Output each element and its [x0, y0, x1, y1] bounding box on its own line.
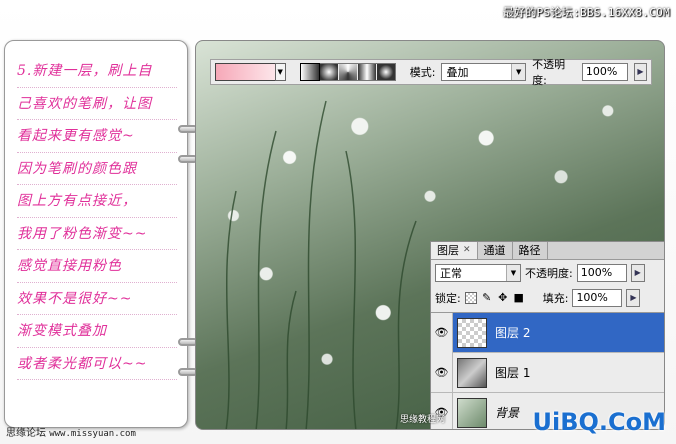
opacity-slider-arrow-icon[interactable]: ▶	[630, 263, 645, 282]
lock-all-icon[interactable]: ■	[513, 291, 525, 304]
chevron-down-icon: ▼	[511, 64, 526, 80]
mode-select[interactable]: 叠加 ▼	[441, 63, 527, 81]
footer-url: www.missyuan.com	[49, 429, 136, 439]
note-line: 或者柔光都可以~~	[17, 348, 177, 380]
angle-gradient-icon[interactable]	[338, 64, 357, 80]
note-line: 5.新建一层，刷上自	[17, 55, 177, 88]
note-line: 渐变模式叠加	[17, 315, 177, 348]
note-line: 因为笔刷的颜色跟	[17, 153, 177, 185]
fill-input[interactable]: 100%	[572, 288, 623, 307]
note-line: 感觉直接用粉色	[17, 250, 177, 283]
layer-name: 图层 2	[495, 326, 531, 340]
lock-brush-icon[interactable]: ✎	[481, 291, 493, 304]
blend-mode-value: 正常	[440, 266, 462, 280]
layer-thumbnail	[457, 357, 487, 388]
lock-transparency-icon[interactable]	[464, 291, 477, 304]
lock-label: 锁定:	[435, 291, 461, 305]
blend-row: 正常 ▼ 不透明度: 100% ▶	[431, 260, 664, 285]
mode-label: 模式:	[409, 66, 436, 79]
site-stamp: 思缘教程网	[400, 415, 446, 425]
close-icon[interactable]: ✕	[463, 242, 471, 259]
forum-watermark: 最好的PS论坛:BBS.16XX8.COM	[502, 6, 670, 19]
blend-mode-select[interactable]: 正常 ▼	[435, 263, 521, 282]
note-line: 我用了粉色渐变~~	[17, 218, 177, 250]
note-line: 效果不是很好~~	[17, 283, 177, 315]
note-line: 看起来更有感觉~	[17, 120, 177, 153]
lock-options: ✎ ✥ ■	[464, 291, 525, 304]
gradient-picker[interactable]	[215, 63, 276, 81]
note-line: 己喜欢的笔刷，让图	[17, 88, 177, 120]
site-footer: 思缘论坛 www.missyuan.com	[6, 424, 136, 439]
layer-thumbnail	[457, 317, 487, 348]
tab-label: 通道	[483, 244, 506, 257]
note-lines: 5.新建一层，刷上自 己喜欢的笔刷，让图 看起来更有感觉~ 因为笔刷的颜色跟 图…	[17, 55, 177, 380]
lock-move-icon[interactable]: ✥	[497, 291, 509, 304]
chevron-down-icon[interactable]: ▼	[274, 63, 286, 81]
toolbar-opacity-label: 不透明度:	[532, 58, 566, 87]
diamond-gradient-icon[interactable]	[376, 64, 395, 80]
layer-name: 图层 1	[495, 366, 531, 380]
gradient-options-bar: ▼ 模式: 叠加 ▼ 不透明度: 100% ▶	[210, 58, 652, 87]
tab-paths[interactable]: 路径	[513, 242, 548, 259]
lock-row: 锁定: ✎ ✥ ■ 填充: 100% ▶	[431, 285, 664, 310]
tab-label: 路径	[518, 244, 541, 257]
layer-row-layer-1[interactable]: 👁 图层 1	[431, 352, 664, 393]
tutorial-notebook: 5.新建一层，刷上自 己喜欢的笔刷，让图 看起来更有感觉~ 因为笔刷的颜色跟 图…	[4, 40, 188, 428]
layers-panel: 图层 ✕ 通道 路径 正常 ▼ 不透明度: 100% ▶ 锁定: ✎ ✥ ■ 填…	[430, 241, 664, 429]
layer-opacity-input[interactable]: 100%	[576, 263, 627, 282]
layers-panel-tabs: 图层 ✕ 通道 路径	[431, 242, 664, 260]
note-line: 图上方有点接近，	[17, 185, 177, 218]
tutorial-page: 最好的PS论坛:BBS.16XX8.COM 5.新建一层，刷上自 己喜欢的笔刷，…	[0, 0, 676, 444]
radial-gradient-icon[interactable]	[319, 64, 338, 80]
tab-layers[interactable]: 图层 ✕	[431, 242, 478, 259]
toolbar-opacity-input[interactable]: 100%	[581, 63, 629, 81]
linear-gradient-icon[interactable]	[299, 63, 320, 81]
layer-opacity-label: 不透明度:	[525, 266, 573, 280]
chevron-down-icon: ▼	[506, 264, 520, 281]
fill-label: 填充:	[542, 291, 569, 305]
eye-icon[interactable]: 👁	[431, 352, 453, 393]
layer-row-layer-2[interactable]: 👁 图层 2	[431, 313, 664, 353]
tab-label: 图层	[437, 244, 459, 257]
tab-channels[interactable]: 通道	[478, 242, 513, 259]
layer-thumbnail	[457, 397, 487, 428]
uibq-watermark: UiBQ.CoM	[532, 408, 666, 436]
reflected-gradient-icon[interactable]	[357, 64, 376, 80]
mode-value: 叠加	[446, 66, 469, 79]
photoshop-canvas[interactable]: ▼ 模式: 叠加 ▼ 不透明度: 100% ▶ 图层 ✕ 通道 路径 正常 ▼ …	[195, 40, 665, 430]
gradient-type-group	[299, 63, 396, 81]
eye-icon[interactable]: 👁	[431, 313, 453, 353]
layer-name: 背景	[495, 406, 520, 420]
fill-slider-arrow-icon[interactable]: ▶	[626, 288, 641, 307]
opacity-slider-arrow-icon[interactable]: ▶	[634, 63, 647, 81]
footer-label: 思缘论坛	[6, 428, 46, 439]
